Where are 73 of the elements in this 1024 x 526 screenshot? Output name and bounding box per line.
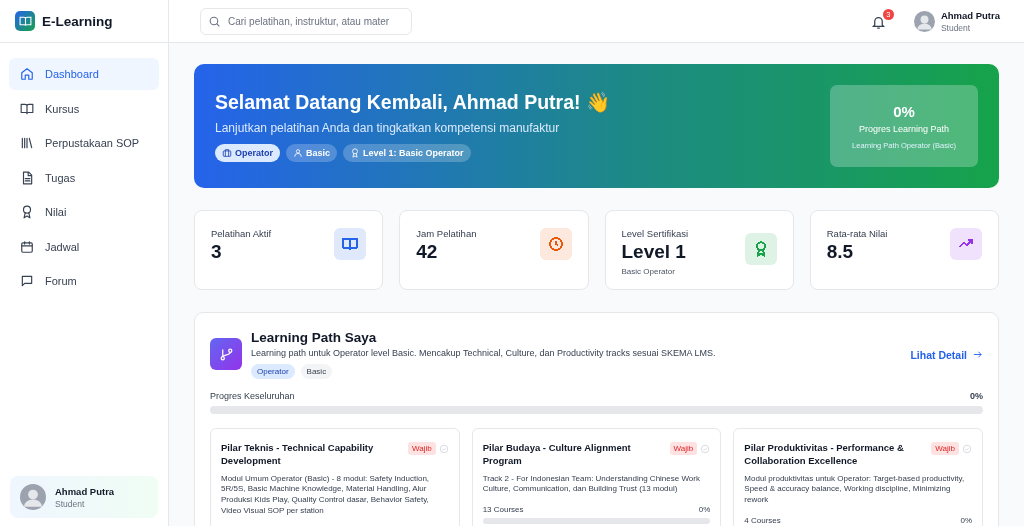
book-icon <box>20 101 34 116</box>
required-badge: Wajib <box>931 442 959 455</box>
award-icon <box>350 147 361 158</box>
stat-label: Level Sertifikasi <box>621 228 689 239</box>
progress-value: 0% <box>970 391 983 401</box>
pillar-card[interactable] <box>733 428 983 526</box>
sidebar-item[interactable]: Forum <box>9 265 159 297</box>
check-circle-icon <box>438 444 449 454</box>
person-icon <box>293 147 303 158</box>
user-card[interactable]: Ahmad Putra Student <box>10 476 158 518</box>
role-tag: Level 1: Basic Operator <box>343 143 471 162</box>
required-badge: Wajib <box>407 442 436 455</box>
app-name: E-Learning <box>42 13 113 29</box>
course-count: 4 Courses <box>744 516 781 525</box>
calendar-icon <box>20 239 34 254</box>
pillar-description: Track 2 - For Indonesian Team: Understanding Chinese Work Culture, Communication, dan Building Trust (13 modul) <box>482 473 701 496</box>
user-role: Student <box>55 498 86 509</box>
stat-value: 42 <box>416 241 439 263</box>
role-tag: Operator <box>215 143 280 162</box>
search-field[interactable]: Cari pelatihan, instruktur, atau mater <box>200 7 412 35</box>
welcome-subtitle: Lanjutkan pelatihan Anda dan tingkatkan kompetensi manufaktur <box>215 120 561 135</box>
stat-value: 3 <box>211 241 223 263</box>
stat-value: Level 1 <box>621 241 687 263</box>
award-icon <box>20 205 34 219</box>
required-badge: Wajib <box>669 442 698 455</box>
sidebar-item[interactable]: Jadwal <box>9 230 159 263</box>
avatar-icon <box>20 484 46 510</box>
stat-label: Rata-rata Nilai <box>826 228 888 239</box>
section-title: Learning Path Saya <box>251 330 378 345</box>
course-count: 13 Courses <box>482 505 524 515</box>
user-role: Student <box>940 22 972 33</box>
search-icon <box>208 14 221 28</box>
progress-value: 0% <box>960 516 972 525</box>
tag: Basic <box>300 364 333 379</box>
branch-icon <box>210 338 242 370</box>
library-icon <box>20 136 34 150</box>
section-description: Learning path untuk Operator level Basic. Mencakup Technical, Culture, dan Productivity tracks sesuai SKEMA LMS. <box>251 348 717 358</box>
stat-label: Pelatihan Aktif <box>211 228 272 239</box>
stat-label: Jam Pelatihan <box>416 228 477 239</box>
welcome-title: Selamat Datang Kembali, Ahmad Putra! 👋 <box>215 90 610 114</box>
progress-value: 0% <box>698 505 711 515</box>
document-icon <box>20 170 34 185</box>
check-circle-icon <box>962 444 972 454</box>
user-name: Ahmad Putra <box>940 9 1000 21</box>
detail-link[interactable]: Lihat Detail <box>910 348 983 361</box>
pillar-description: Modul Umum Operator (Basic) - 8 modul: Safety Induction, 5R/5S, Basic Machine Knowledge, Material Handling, Alur Produksi Kids Play, Quality Control dasar, Behavior Safety, Video Visual SOP per station <box>221 473 431 517</box>
user-name: Ahmad Putra <box>55 485 115 497</box>
briefcase-icon <box>222 147 232 158</box>
sidebar-item[interactable]: Tugas <box>9 161 159 194</box>
progress-value: 0% <box>893 102 915 120</box>
pillar-card[interactable]: Pilar Budaya - Culture Alignment Program Wajib Track 2 - For Indonesian Team: Understanding Chinese Work Culture, Communication, dan Building Trust (13 modul) 13 Courses 0% <box>471 428 722 526</box>
pillar-title: Pilar Teknis - Technical Capability Development <box>221 441 375 468</box>
chat-icon <box>20 274 34 288</box>
bell-icon <box>870 15 886 30</box>
pillar-description: Modul produktivitas untuk Operator: Target-based productivity, Speed & accuracy balance, Working discipline, Minimizing rework <box>744 473 966 506</box>
sidebar-item[interactable]: Nilai <box>9 196 159 228</box>
sidebar-item[interactable]: Dashboard <box>9 58 159 90</box>
sidebar-item[interactable]: Perpustakaan SOP <box>9 127 159 159</box>
pillar-card[interactable] <box>210 428 460 526</box>
pillar-title: Pilar Produktivitas - Performance & Collaboration Excellence <box>744 441 905 468</box>
role-tag: Basic <box>286 143 338 162</box>
progress-label: Progres Learning Path <box>858 123 950 134</box>
check-circle-icon <box>700 444 711 454</box>
stat-value: 8.5 <box>826 241 855 263</box>
arrow-icon <box>972 349 983 360</box>
sidebar-item[interactable]: Kursus <box>9 92 159 125</box>
pillar-title: Pilar Budaya - Culture Alignment Program <box>482 441 632 468</box>
home-icon <box>20 67 34 81</box>
logo-icon <box>15 11 35 31</box>
tag: Operator <box>251 364 295 379</box>
stat-caption: Basic Operator <box>621 267 676 276</box>
avatar-icon <box>913 10 935 32</box>
progress-label: Progres Keseluruhan <box>210 391 295 401</box>
